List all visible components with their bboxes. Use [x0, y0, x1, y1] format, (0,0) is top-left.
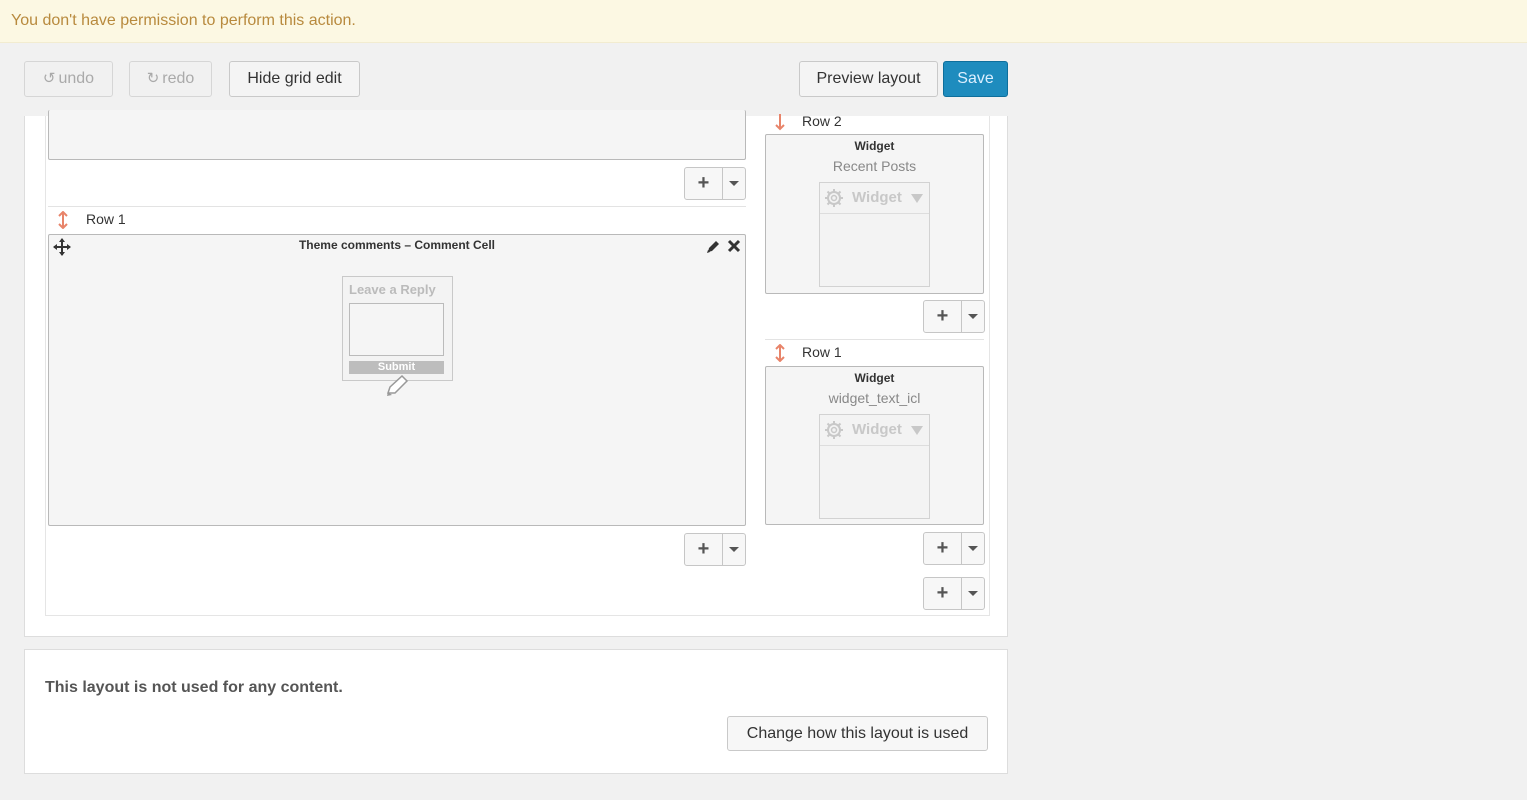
widget-cell-text-icl[interactable]: Widget widget_text_icl Widget	[765, 366, 984, 525]
undo-button[interactable]: ↺ undo	[24, 61, 113, 97]
redo-icon: ↻	[146, 70, 160, 87]
hide-grid-edit-label: Hide grid edit	[247, 70, 342, 87]
permission-notice: You don't have permission to perform thi…	[0, 0, 1527, 43]
add-row-plus-button[interactable]: +	[924, 578, 962, 609]
undo-label: undo	[58, 70, 95, 87]
add-row-caret-button[interactable]	[961, 301, 984, 332]
hide-grid-edit-button[interactable]: Hide grid edit	[229, 61, 360, 97]
add-row-caret-button[interactable]	[961, 578, 984, 609]
preview-heading: Leave a Reply	[349, 282, 436, 297]
add-row-control-right-2[interactable]: +	[923, 532, 985, 565]
top-cell-partial[interactable]	[48, 110, 746, 160]
add-row-plus-button[interactable]: +	[685, 168, 723, 199]
undo-icon: ↺	[42, 70, 56, 87]
row-label-left-row1: Row 1	[86, 211, 126, 227]
preview-layout-label: Preview layout	[816, 70, 921, 87]
widget-cell-title: Widget	[854, 139, 895, 153]
row-divider	[765, 339, 984, 340]
add-row-caret-button[interactable]	[722, 534, 745, 565]
widget-preview: Widget	[819, 182, 930, 287]
pencil-overlay-icon	[384, 373, 410, 399]
layout-usage-text: This layout is not used for any content.	[45, 679, 343, 696]
add-row-caret-button[interactable]	[961, 533, 984, 564]
save-button[interactable]: Save	[943, 61, 1008, 97]
comment-cell[interactable]: Theme comments – Comment Cell Leave a Re…	[48, 234, 746, 526]
widget-preview-label: Widget	[852, 189, 902, 206]
save-label: Save	[957, 70, 994, 87]
add-row-control-top[interactable]: +	[684, 167, 746, 200]
widget-preview: Widget	[819, 414, 930, 519]
add-row-plus-button[interactable]: +	[924, 533, 962, 564]
add-row-control-left[interactable]: +	[684, 533, 746, 566]
add-row-plus-button[interactable]: +	[924, 301, 962, 332]
triangle-down-icon	[911, 426, 923, 435]
gear-icon	[824, 420, 844, 440]
add-row-control-right-3[interactable]: +	[923, 577, 985, 610]
gear-icon	[824, 188, 844, 208]
add-row-control-right-1[interactable]: +	[923, 300, 985, 333]
resize-row-icon[interactable]	[56, 211, 70, 229]
resize-row-icon[interactable]	[773, 344, 787, 362]
widget-cell-subtitle: Recent Posts	[832, 158, 917, 174]
layout-usage-panel: This layout is not used for any content.	[24, 649, 1008, 774]
close-icon[interactable]	[727, 239, 741, 253]
triangle-down-icon	[911, 194, 923, 203]
widget-cell-recent-posts[interactable]: Widget Recent Posts Widget	[765, 134, 984, 294]
redo-button[interactable]: ↻ redo	[129, 61, 212, 97]
permission-notice-text: You don't have permission to perform thi…	[11, 12, 356, 29]
comment-cell-title: Theme comments – Comment Cell	[298, 238, 496, 252]
preview-layout-button[interactable]: Preview layout	[799, 61, 938, 97]
row-label-right-row1: Row 1	[802, 344, 842, 360]
add-row-caret-button[interactable]	[722, 168, 745, 199]
row-divider	[48, 206, 746, 207]
add-row-plus-button[interactable]: +	[685, 534, 723, 565]
preview-textarea	[349, 303, 444, 356]
widget-preview-label: Widget	[852, 421, 902, 438]
redo-label: redo	[162, 70, 195, 87]
change-layout-usage-label: Change how this layout is used	[746, 725, 969, 742]
change-layout-usage-button[interactable]: Change how this layout is used	[727, 716, 988, 751]
resize-row-icon[interactable]	[773, 114, 787, 132]
widget-cell-subtitle: widget_text_icl	[828, 390, 921, 406]
edit-pencil-icon[interactable]	[705, 239, 721, 255]
row-label-right-row2: Row 2	[802, 113, 842, 129]
widget-cell-title: Widget	[854, 371, 895, 385]
comment-form-preview: Leave a Reply Submit	[342, 276, 453, 381]
